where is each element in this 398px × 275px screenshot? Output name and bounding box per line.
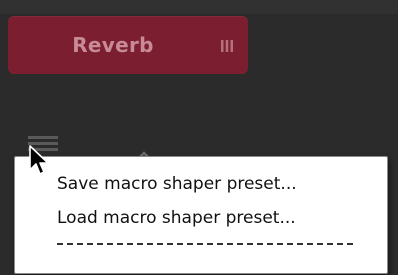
mouse-cursor-icon bbox=[28, 144, 50, 178]
context-menu: Save macro shaper preset... Load macro s… bbox=[14, 156, 388, 274]
caret-up-icon[interactable] bbox=[134, 146, 154, 161]
module-title: Reverb bbox=[72, 33, 154, 57]
load-macro-shaper-preset-item[interactable]: Load macro shaper preset... bbox=[57, 207, 296, 229]
plugin-panel: Reverb Save macro shaper preset... Load … bbox=[0, 0, 398, 275]
reverb-module-header[interactable]: Reverb bbox=[8, 16, 248, 74]
top-strip bbox=[0, 0, 398, 14]
menu-separator bbox=[57, 243, 353, 245]
save-macro-shaper-preset-item[interactable]: Save macro shaper preset... bbox=[57, 173, 297, 195]
grip-bars-icon[interactable] bbox=[220, 38, 234, 52]
